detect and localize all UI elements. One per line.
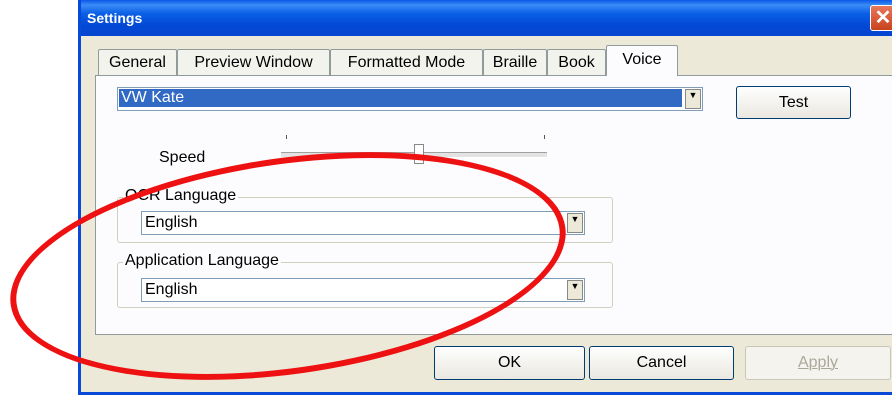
settings-window: Settings ✕ General Preview Window Format… <box>78 0 892 395</box>
chevron-down-icon[interactable]: ▼ <box>567 213 583 233</box>
title-bar[interactable]: Settings ✕ <box>81 0 892 36</box>
slider-tick-start <box>286 135 287 139</box>
ok-button[interactable]: OK <box>434 346 585 380</box>
speed-slider-thumb[interactable] <box>414 144 425 164</box>
voice-select[interactable]: VW Kate ▼ <box>117 87 703 111</box>
tab-preview-window[interactable]: Preview Window <box>177 49 330 76</box>
voice-panel: VW Kate ▼ Test Speed OCR Language Englis… <box>95 75 892 335</box>
chevron-down-icon[interactable]: ▼ <box>567 280 583 300</box>
tab-book[interactable]: Book <box>547 49 606 76</box>
tab-voice[interactable]: Voice <box>606 45 678 76</box>
application-language-label: Application Language <box>123 252 281 270</box>
voice-select-value: VW Kate <box>119 89 682 107</box>
test-button[interactable]: Test <box>736 86 851 119</box>
tab-formatted-mode[interactable]: Formatted Mode <box>330 49 483 76</box>
application-language-value: English <box>145 281 198 298</box>
application-language-select[interactable]: English ▼ <box>141 278 585 302</box>
ocr-language-value: English <box>145 214 198 231</box>
ocr-language-select[interactable]: English ▼ <box>141 211 585 235</box>
close-icon[interactable]: ✕ <box>870 5 892 31</box>
apply-button[interactable]: Apply <box>745 346 891 380</box>
tab-general[interactable]: General <box>98 49 177 76</box>
window-title: Settings <box>87 10 143 26</box>
speed-label: Speed <box>159 149 206 166</box>
application-language-group: Application Language English ▼ <box>117 252 613 308</box>
cancel-button[interactable]: Cancel <box>589 346 734 380</box>
tab-strip: General Preview Window Formatted Mode Br… <box>81 45 781 76</box>
ocr-language-group: OCR Language English ▼ <box>117 187 613 243</box>
tab-braille[interactable]: Braille <box>483 49 547 76</box>
slider-tick-end <box>544 135 545 139</box>
chevron-down-icon[interactable]: ▼ <box>685 89 701 109</box>
ocr-language-label: OCR Language <box>123 187 239 205</box>
